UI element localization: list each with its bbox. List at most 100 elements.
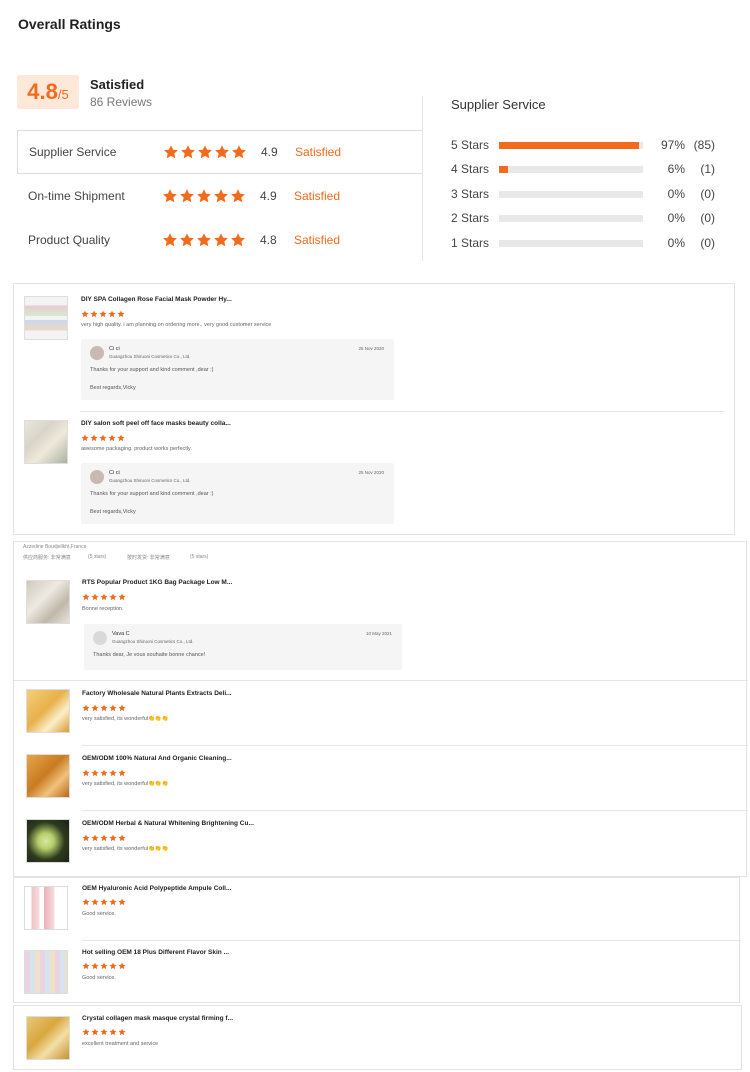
star-icon [118,898,126,906]
star-icon [108,310,116,318]
reviews-panel: Crystal collagen mask masque crystal fir… [13,1005,742,1070]
category-row-on-time-shipment[interactable]: On-time Shipment 4.9 Satisfied [17,174,423,218]
star-icon [100,1028,108,1036]
review-product-title[interactable]: Factory Wholesale Natural Plants Extract… [82,690,232,697]
category-row-product-quality[interactable]: Product Quality 4.8 Satisfied [17,218,423,262]
reviewer-name: Azzedine Boudjellkht,France [23,544,87,550]
progress-fill [499,165,508,173]
distribution-row-4[interactable]: 4 Stars 6% (1) [451,162,715,176]
star-icon [213,232,229,248]
star-icon [109,898,117,906]
product-thumbnail[interactable] [24,420,68,464]
review-product-title[interactable]: DIY salon soft peel off face masks beaut… [81,420,231,427]
star-icon [90,310,98,318]
stars-label: 4 Stars [451,162,490,176]
overall-score-badge: 4.8/5 [17,75,79,109]
star-icon [118,834,126,842]
divider [80,411,724,412]
review-product-title[interactable]: RTS Popular Product 1KG Bag Package Low … [82,579,232,586]
reviews-panel: OEM Hyaluronic Acid Polypeptide Ampule C… [13,877,741,1003]
percent-value: 6% [667,162,685,176]
star-icon [109,704,117,712]
star-icon [100,962,108,970]
count-value: (0) [700,211,715,225]
star-icon [82,898,90,906]
review-product-title[interactable]: OEM/ODM Herbal & Natural Whitening Brigh… [82,820,254,827]
product-thumbnail[interactable] [26,819,70,863]
review-text: excellent treatment and service [82,1041,159,1047]
star-icon [91,898,99,906]
review-text: very satisfied, its wonderful👏👏👏 [82,781,169,787]
distribution-row-3[interactable]: 3 Stars 0% (0) [451,187,715,201]
category-status: Satisfied [295,145,342,159]
category-label: Product Quality [28,233,111,247]
star-icon [108,434,116,442]
review-text: Good service. [82,911,116,917]
percent-value: 97% [660,138,685,152]
review-product-title[interactable]: OEM Hyaluronic Acid Polypeptide Ampule C… [82,885,231,892]
percent-value: 0% [667,236,685,250]
review-product-title[interactable]: Hot selling OEM 18 Plus Different Flavor… [82,949,229,956]
star-rating [162,188,260,204]
star-icon [118,704,126,712]
review-stars [81,434,126,442]
reviews-count[interactable]: 86 Reviews [90,95,152,109]
progress-bar [499,141,643,149]
distribution-row-1[interactable]: 1 Stars 0% (0) [451,236,715,250]
product-thumbnail[interactable] [26,580,70,624]
category-status: Satisfied [294,189,341,203]
star-icon [196,232,212,248]
category-row-supplier-service[interactable]: Supplier Service 4.9 Satisfied [17,130,423,174]
star-icon [99,434,107,442]
progress-bar [499,239,643,247]
reply-name: Ci ci [109,346,120,352]
distribution-row-2[interactable]: 2 Stars 0% (0) [451,211,715,225]
category-score: 4.9 [261,145,278,159]
star-icon [213,188,229,204]
reply-company: Guangzhou Shiruoni Cosmetics Co., Ltd. [109,478,191,483]
star-icon [109,593,117,601]
star-icon [99,310,107,318]
star-icon [82,834,90,842]
review-text: very satisfied, its wonderful👏👏👏 [82,716,169,722]
star-icon [100,704,108,712]
reviewer-rating-shipment-stars: (5 stars) [190,554,209,560]
category-label: Supplier Service [29,145,117,159]
reply-date: 25 Nov 2020 [358,346,384,351]
star-icon [109,962,117,970]
star-icon [82,769,90,777]
review-stars [82,898,127,906]
product-thumbnail[interactable] [26,1016,70,1060]
product-thumbnail[interactable] [24,296,68,340]
distribution-row-5[interactable]: 5 Stars 97% (85) [451,138,715,152]
product-thumbnail[interactable] [24,886,68,930]
reply-date: 10 May 2021 [365,631,392,636]
category-ratings: Supplier Service 4.9 Satisfied On-time S… [17,130,423,262]
star-icon [91,593,99,601]
review-product-title[interactable]: DIY SPA Collagen Rose Facial Mask Powder… [81,296,232,303]
star-icon [109,834,117,842]
reviews-panel: DIY SPA Collagen Rose Facial Mask Powder… [13,283,735,535]
star-rating [163,144,261,160]
product-thumbnail[interactable] [26,754,70,798]
avatar [90,470,104,484]
star-icon [118,593,126,601]
product-thumbnail[interactable] [26,689,70,733]
review-product-title[interactable]: OEM/ODM 100% Natural And Organic Cleanin… [82,755,232,762]
progress-bar [499,190,643,198]
reviews-panel: Azzedine Boudjellkht,France 供应商服务: 非常满意 … [13,541,748,877]
product-thumbnail[interactable] [24,950,68,994]
reply-company: Guangzhou Shiruoni Cosmetics Co., Ltd. [109,354,191,359]
review-stars [82,834,127,842]
star-icon [91,704,99,712]
star-icon [91,962,99,970]
review-text: Bonne reception. [82,606,124,612]
review-product-title[interactable]: Crystal collagen mask masque crystal fir… [82,1015,233,1022]
star-icon [230,188,246,204]
category-label: On-time Shipment [28,189,125,203]
stars-label: 5 Stars [451,138,490,152]
reply-message: Thanks dear, Je vous souhaite bonne chan… [93,652,206,658]
reply-signoff: Best regards,Vicky [90,385,136,391]
progress-bar [499,165,643,173]
star-icon [91,834,99,842]
